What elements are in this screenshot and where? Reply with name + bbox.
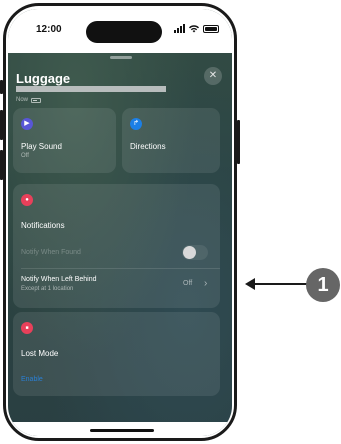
directions-arrow-icon: ↱ (130, 118, 142, 130)
lock-icon: ■ (21, 322, 33, 334)
close-button[interactable]: ✕ (204, 67, 222, 85)
wifi-icon (189, 25, 199, 33)
status-time: 12:00 (36, 24, 62, 35)
callout-badge: 1 (306, 268, 340, 302)
directions-label: Directions (130, 142, 166, 151)
sheet-grabber[interactable] (110, 56, 132, 59)
redacted-owner-bar (16, 86, 166, 92)
lost-mode-card: ■ Lost Mode Enable (13, 312, 220, 396)
location-time: Now (16, 97, 29, 103)
item-location-status: Now (16, 97, 42, 103)
notify-left-behind-detail: Except at 1 location (21, 286, 74, 292)
notifications-card: ● Notifications Notify When Found Notify… (13, 184, 220, 308)
notify-when-found-toggle[interactable] (182, 245, 208, 260)
phone-screen: 12:00 ✕ Luggage Now ▶ Play Sound Off ↱ D… (8, 9, 232, 436)
play-icon: ▶ (21, 118, 33, 130)
lost-mode-title: Lost Mode (21, 349, 59, 358)
bell-icon: ● (21, 194, 33, 206)
dynamic-island (86, 21, 162, 43)
phone-volume-down-button (0, 150, 3, 180)
cellular-signal-icon (174, 24, 185, 33)
play-sound-label: Play Sound (21, 142, 62, 151)
phone-power-button (237, 120, 240, 164)
item-title: Luggage (16, 71, 71, 86)
phone-volume-up-button (0, 110, 3, 140)
toggle-knob (183, 246, 196, 259)
item-battery-icon (31, 97, 42, 103)
notify-left-behind-value: Off (183, 280, 193, 287)
notifications-title: Notifications (21, 221, 65, 230)
status-icons (174, 24, 219, 33)
notify-left-behind-row[interactable]: Notify When Left Behind Except at 1 loca… (13, 269, 220, 305)
chevron-right-icon: › (204, 278, 208, 289)
play-sound-button[interactable]: ▶ Play Sound Off (13, 108, 116, 173)
notify-when-found-label: Notify When Found (21, 249, 81, 256)
notify-left-behind-label: Notify When Left Behind (21, 276, 97, 283)
status-bar: 12:00 (8, 9, 232, 53)
lost-mode-enable-link[interactable]: Enable (21, 376, 43, 383)
phone-action-button (0, 80, 3, 94)
battery-icon (203, 24, 219, 33)
play-sound-status: Off (21, 153, 29, 159)
directions-button[interactable]: ↱ Directions (122, 108, 220, 173)
home-indicator[interactable] (90, 429, 154, 432)
